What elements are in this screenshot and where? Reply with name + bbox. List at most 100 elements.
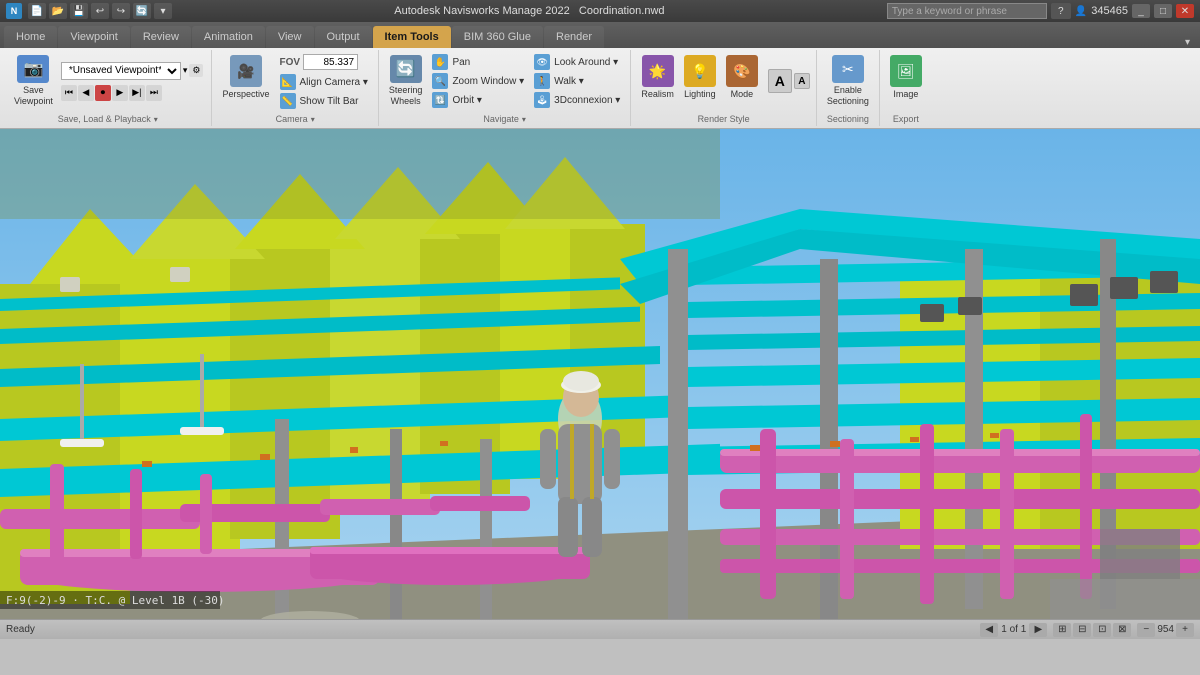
- view-mode-1[interactable]: ⊞: [1053, 623, 1071, 637]
- zoom-in-button[interactable]: +: [1176, 623, 1194, 637]
- realism-button[interactable]: 🌟 Realism: [637, 52, 678, 110]
- viewpoint-controls: *Unsaved Viewpoint* ▾ ⚙ ⏮ ◀ ⏺ ▶ ▶| ⏭: [59, 52, 206, 110]
- qa-sync[interactable]: 🔄: [133, 3, 151, 19]
- lighting-button[interactable]: 💡 Lighting: [680, 52, 720, 110]
- title-bar: N 📄 📂 💾 ↩ ↪ 🔄 ▾ Autodesk Navisworks Mana…: [0, 0, 1200, 22]
- maximize-button[interactable]: □: [1154, 4, 1172, 18]
- ribbon-group-render-style: 🌟 Realism 💡 Lighting 🎨 Mode A A: [631, 50, 817, 126]
- playback-controls: ⏮ ◀ ⏺ ▶ ▶| ⏭: [59, 83, 206, 103]
- play-button[interactable]: ▶: [112, 85, 128, 101]
- viewport: F:9(-2)-9 · T:C. @ Level 1B (-30): [0, 129, 1200, 619]
- tab-home[interactable]: Home: [4, 26, 57, 48]
- qa-undo[interactable]: ↩: [91, 3, 109, 19]
- orbit-button[interactable]: 🔃 Orbit ▾: [428, 91, 528, 109]
- tab-output[interactable]: Output: [315, 26, 372, 48]
- ribbon-group-navigate: 🔄 SteeringWheels ✋ Pan 🔍 Zoom Window ▾ 🔃…: [379, 50, 631, 126]
- zoom-out-button[interactable]: −: [1137, 623, 1155, 637]
- image-label: Image: [893, 89, 918, 100]
- viewpoint-settings[interactable]: ⚙: [189, 64, 203, 77]
- minimize-button[interactable]: _: [1132, 4, 1150, 18]
- qa-open[interactable]: 📂: [49, 3, 67, 19]
- walk-icon: 🚶: [534, 73, 550, 89]
- search-box[interactable]: Type a keyword or phrase: [887, 3, 1047, 19]
- tab-bim360[interactable]: BIM 360 Glue: [452, 26, 543, 48]
- sectioning-buttons: ✂ EnableSectioning: [823, 52, 873, 112]
- image-icon: 🖼: [890, 55, 922, 87]
- text-small-button[interactable]: A: [794, 73, 810, 89]
- next-frame-button[interactable]: ▶|: [129, 85, 145, 101]
- lighting-icon: 💡: [684, 55, 716, 87]
- status-left: Ready: [6, 624, 35, 635]
- look-around-icon: 👁: [534, 54, 550, 70]
- ribbon-group-camera: 🎥 Perspective FOV 📐 Align Camera ▾ 📏 Sho…: [212, 50, 378, 126]
- pan-icon: ✋: [432, 54, 448, 70]
- save-viewpoint-button[interactable]: 📷 SaveViewpoint: [10, 52, 57, 110]
- tab-review[interactable]: Review: [131, 26, 191, 48]
- look-around-button[interactable]: 👁 Look Around ▾: [530, 53, 624, 71]
- enable-sectioning-button[interactable]: ✂ EnableSectioning: [823, 52, 873, 110]
- mode-icon: 🎨: [726, 55, 758, 87]
- perspective-button[interactable]: 🎥 Perspective: [218, 52, 273, 110]
- tilt-bar-label: Show Tilt Bar: [300, 96, 359, 107]
- skip-forward-button[interactable]: ⏭: [146, 85, 162, 101]
- prev-page-button[interactable]: ◀: [980, 623, 998, 637]
- tab-animation[interactable]: Animation: [192, 26, 265, 48]
- pan-button[interactable]: ✋ Pan: [428, 53, 528, 71]
- scene-svg: F:9(-2)-9 · T:C. @ Level 1B (-30): [0, 129, 1200, 619]
- tab-view[interactable]: View: [266, 26, 314, 48]
- qa-new[interactable]: 📄: [28, 3, 46, 19]
- text-large-button[interactable]: A: [768, 69, 792, 93]
- svg-text:F:9(-2)-9 · T:C. @ Level 1B (-: F:9(-2)-9 · T:C. @ Level 1B (-30): [6, 594, 225, 607]
- navigate-small-col1: ✋ Pan 🔍 Zoom Window ▾ 🔃 Orbit ▾: [428, 52, 528, 110]
- title-left: N 📄 📂 💾 ↩ ↪ 🔄 ▾: [6, 3, 172, 19]
- navigate-small-col2: 👁 Look Around ▾ 🚶 Walk ▾ 🕹 3Dconnexion ▾: [530, 52, 624, 110]
- view-mode-2[interactable]: ⊟: [1073, 623, 1091, 637]
- walk-button[interactable]: 🚶 Walk ▾: [530, 72, 624, 90]
- ribbon-group-sectioning: ✂ EnableSectioning Sectioning: [817, 50, 880, 126]
- prev-frame-button[interactable]: ◀: [78, 85, 94, 101]
- realism-label: Realism: [641, 89, 674, 100]
- skip-back-button[interactable]: ⏮: [61, 85, 77, 101]
- qa-save[interactable]: 💾: [70, 3, 88, 19]
- save-group-dropdown[interactable]: ▾: [154, 115, 158, 124]
- tab-render[interactable]: Render: [544, 26, 604, 48]
- viewpoint-dropdown[interactable]: ▾: [183, 65, 188, 76]
- steering-wheels-button[interactable]: 🔄 SteeringWheels: [385, 52, 427, 110]
- navigate-group-dropdown[interactable]: ▾: [522, 115, 526, 124]
- look-around-label: Look Around ▾: [554, 57, 618, 68]
- text-controls: A A: [768, 69, 810, 93]
- help-icon[interactable]: ?: [1051, 3, 1071, 19]
- camera-group-label: Camera ▾: [276, 112, 315, 124]
- camera-group-dropdown[interactable]: ▾: [311, 115, 315, 124]
- fov-input[interactable]: [303, 54, 358, 70]
- show-tilt-bar-button[interactable]: 📏 Show Tilt Bar: [276, 92, 372, 110]
- qa-more[interactable]: ▾: [154, 3, 172, 19]
- 3dconnexion-icon: 🕹: [534, 92, 550, 108]
- enable-sectioning-label: EnableSectioning: [827, 85, 869, 107]
- title-text: Autodesk Navisworks Manage 2022 Coordina…: [172, 5, 887, 17]
- close-button[interactable]: ✕: [1176, 4, 1194, 18]
- tab-bar: Home Viewpoint Review Animation View Out…: [0, 22, 1200, 48]
- viewpoint-select-row: *Unsaved Viewpoint* ▾ ⚙: [59, 60, 206, 82]
- qa-redo[interactable]: ↪: [112, 3, 130, 19]
- zoom-level: 954: [1157, 624, 1174, 635]
- image-button[interactable]: 🖼 Image: [886, 52, 926, 110]
- record-button[interactable]: ⏺: [95, 85, 111, 101]
- mode-button[interactable]: 🎨 Mode: [722, 52, 762, 110]
- view-mode-4[interactable]: ⊠: [1113, 623, 1131, 637]
- tab-item-tools[interactable]: Item Tools: [373, 26, 451, 48]
- zoom-window-button[interactable]: 🔍 Zoom Window ▾: [428, 72, 528, 90]
- export-buttons: 🖼 Image: [886, 52, 926, 112]
- zoom-controls: − 954 +: [1137, 623, 1194, 637]
- steering-wheels-icon: 🔄: [390, 55, 422, 83]
- save-viewpoint-label: SaveViewpoint: [14, 85, 53, 107]
- align-camera-label: Align Camera ▾: [300, 77, 368, 88]
- view-mode-3[interactable]: ⊡: [1093, 623, 1111, 637]
- tab-expand[interactable]: ▾: [1179, 37, 1196, 48]
- viewpoint-select[interactable]: *Unsaved Viewpoint*: [61, 62, 181, 80]
- tab-viewpoint[interactable]: Viewpoint: [58, 26, 130, 48]
- next-page-button[interactable]: ▶: [1029, 623, 1047, 637]
- align-camera-button[interactable]: 📐 Align Camera ▾: [276, 73, 372, 91]
- ribbon-content: 📷 SaveViewpoint *Unsaved Viewpoint* ▾ ⚙ …: [0, 48, 1200, 128]
- 3dconnexion-button[interactable]: 🕹 3Dconnexion ▾: [530, 91, 624, 109]
